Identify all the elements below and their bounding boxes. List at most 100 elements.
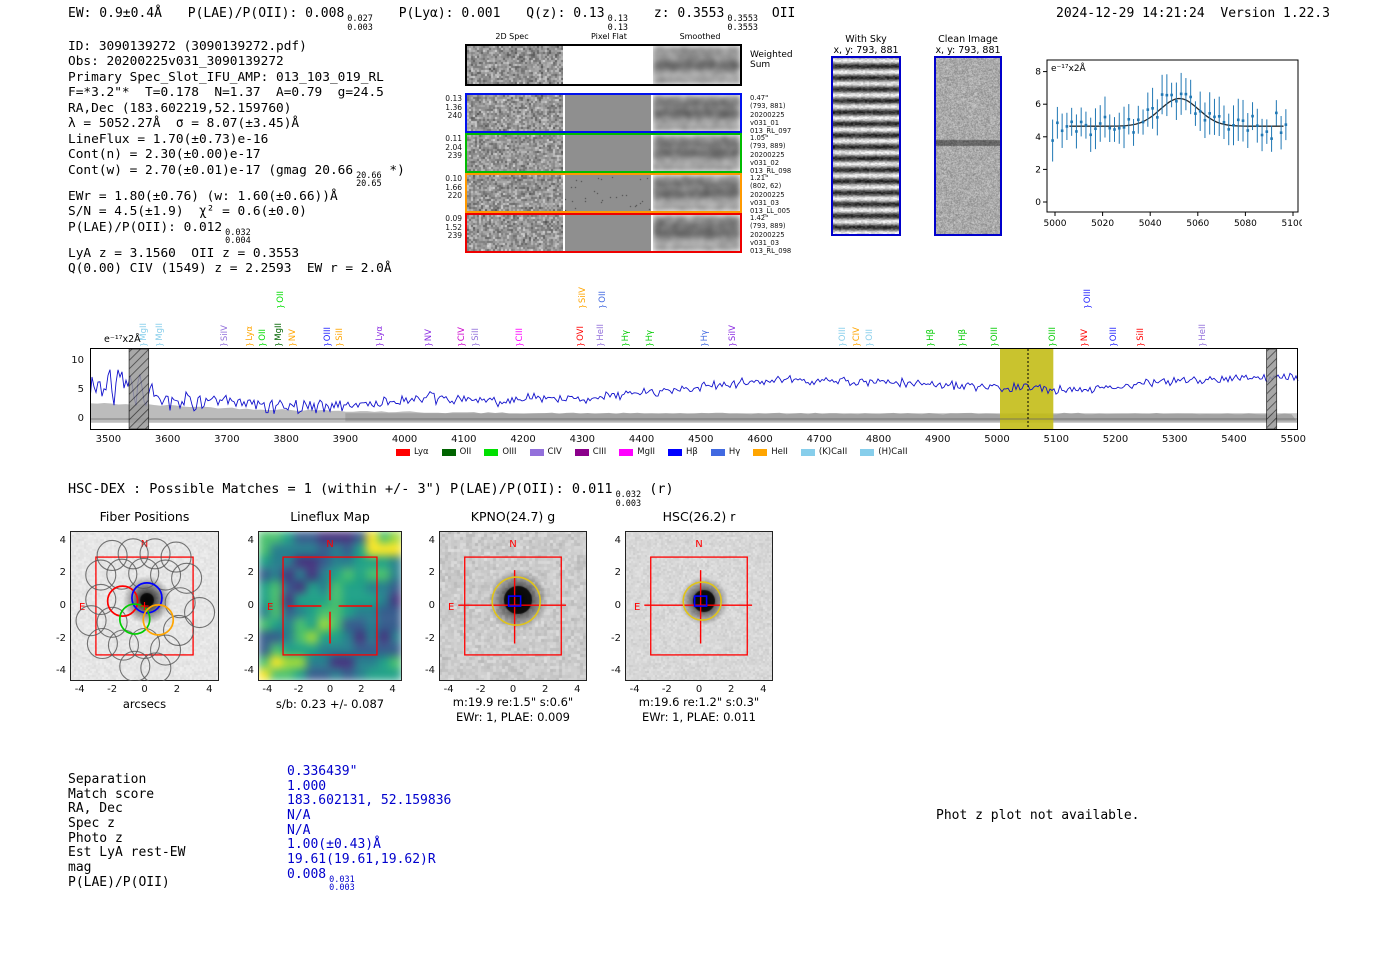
- spectrum-x-tick: 3500: [95, 434, 122, 445]
- cutout-x-tick: 4: [574, 684, 581, 695]
- kpno-cutout-overlay: NE: [439, 531, 587, 681]
- spectrum-x-tick: 4100: [451, 434, 477, 445]
- match-table-value: 1.00(±0.43)Å: [287, 837, 381, 853]
- detection-info-block: ID: 3090139272 (3090139272.pdf) Obs: 202…: [68, 39, 405, 276]
- emission-line-label: MgII}: [273, 323, 284, 348]
- cutout-x-tick: 4: [760, 684, 767, 695]
- cutout-y-tick: 0: [59, 600, 66, 611]
- cutout-x-tick: -2: [293, 684, 304, 695]
- emission-line-label: Hγ}: [620, 329, 631, 348]
- hsc-plae-label: EWr: 1, PLAE: 0.011: [642, 710, 756, 724]
- lineflux-map-title: Lineflux Map: [290, 509, 370, 524]
- spectrum-x-tick: 4400: [628, 434, 655, 445]
- spectrum-x-tick: 3700: [214, 434, 240, 445]
- emission-line-label: Hγ}: [700, 329, 711, 348]
- fiber-positions-overlay: NE: [70, 531, 219, 681]
- match-table-value: N/A: [287, 807, 311, 823]
- spectrum-x-tick: 3600: [154, 434, 181, 445]
- cutout-y-tick: 4: [59, 534, 66, 546]
- spec2d-header-smoothed: Smoothed: [679, 32, 721, 41]
- cutout-y-tick: 4: [247, 534, 254, 546]
- spectrum-x-tick: 4700: [806, 434, 833, 445]
- cutout-y-tick: 4: [428, 534, 435, 546]
- spec2d-exposure-row: [465, 173, 742, 213]
- svg-text:5080: 5080: [1234, 219, 1257, 229]
- info-lineflux: LineFlux = 1.70(±0.73)e-16: [68, 131, 269, 147]
- cutout-y-tick: -2: [425, 632, 435, 644]
- qz-value: Q(z): 0.13: [526, 6, 605, 21]
- plya-value: P(Lyα): 0.001: [398, 6, 501, 21]
- cutout-y-tick: -2: [611, 632, 621, 644]
- spec2d-exposure-row: [465, 213, 742, 253]
- photz-note: Phot z plot not available.: [936, 808, 1140, 823]
- emission-line-label: OIII}: [1048, 326, 1059, 348]
- z-value: z: 0.3553: [653, 6, 725, 21]
- kpno-title: KPNO(24.7) g: [470, 509, 556, 524]
- cutout-y-tick: 0: [247, 600, 254, 611]
- kpno-mag-label: m:19.9 re:1.5" s:0.6": [452, 695, 574, 709]
- svg-text:5040: 5040: [1139, 219, 1162, 229]
- emission-line-label: CIV}: [852, 326, 863, 348]
- cutout-x-tick: -2: [661, 684, 672, 695]
- info-amp: Primary Spec_Slot_IFU_AMP: 013_103_019_R…: [68, 69, 384, 85]
- header-datetime-version: 2024-12-29 14:21:24 Version 1.22.3: [1056, 6, 1330, 21]
- emission-line-label: NV}: [288, 328, 299, 348]
- emission-line-label: OII}: [864, 329, 875, 348]
- spectrum-units-label: e⁻¹⁷x2Å: [104, 334, 141, 345]
- cutout-y-tick: 2: [247, 567, 254, 579]
- info-seeing: F=*3.2"* T=0.178 N=1.37 A=0.79 g=24.5: [68, 85, 384, 101]
- spec2d-row-left-stats: 0.11 2.04 239: [445, 134, 462, 161]
- match-table-label: mag: [68, 859, 92, 875]
- legend-item: Lyα: [396, 447, 429, 457]
- legend-item: (H)CaII: [860, 447, 907, 457]
- spectrum-x-tick: 4300: [569, 434, 596, 445]
- qz-range: 0.13 0.13: [607, 14, 629, 33]
- cutout-x-tick: 4: [206, 684, 213, 695]
- spectrum-x-tick: 3800: [273, 434, 299, 445]
- emission-line-label: SiII}: [335, 328, 346, 348]
- spec2d-row-left-stats: 0.13 1.36 240: [445, 94, 462, 121]
- info-cont-n: Cont(n) = 2.30(±0.00)e-17: [68, 147, 261, 163]
- spec2d-exposure-row: [465, 93, 742, 133]
- emission-line-label: OIII}: [838, 326, 848, 348]
- match-table-label: P(LAE)/P(OII): [68, 874, 170, 890]
- emission-line-label: SiIV}: [728, 324, 739, 348]
- lineflux-map-overlay: NE: [258, 531, 402, 681]
- cutout-y-tick: -4: [244, 665, 254, 677]
- cutout-x-tick: -2: [107, 684, 118, 695]
- info-cont-w: Cont(w) = 2.70(±0.01)e-17 (gmag 20.66 20.…: [68, 162, 405, 190]
- svg-text:5100: 5100: [1282, 219, 1302, 229]
- spec2d-row-left-stats: 0.10 1.66 220: [445, 174, 462, 201]
- fiber-xlabel: arcsecs: [122, 697, 167, 711]
- spectrum-x-tick: 4900: [925, 434, 951, 445]
- emission-line-labels: MgII} MgII} SiIV} Lyα} OII} MgII} OII} NV} OIII}…: [90, 258, 1298, 348]
- hsc-mag-label: m:19.6 re:1.2" s:0.3": [638, 695, 760, 709]
- match-table-label: Match score: [68, 786, 155, 802]
- legend-item: Hγ: [710, 447, 740, 457]
- spectrum-x-tick: 4600: [747, 434, 773, 445]
- cutout-x-tick: 2: [173, 684, 181, 695]
- plae-poii-range: 0.027 0.003: [347, 14, 373, 33]
- cutout-x-tick: 0: [141, 684, 148, 695]
- match-table-label: RA, Dec: [68, 801, 123, 817]
- header-stats-line: EW: 0.9±0.4Å P(LAE)/P(OII): 0.008 0.027 0.…: [68, 6, 795, 32]
- emission-line-label: OIII}: [990, 326, 1001, 348]
- legend-item: CIII: [574, 447, 606, 457]
- cutout-x-tick: 2: [727, 684, 735, 695]
- cutout-x-tick: -4: [629, 684, 640, 695]
- spectrum-y-tick: 0: [77, 413, 84, 424]
- match-table-value: 1.000: [287, 778, 327, 794]
- weighted-sum-label: Weighted Sum: [750, 50, 793, 70]
- cutout-y-tick: 4: [614, 534, 621, 546]
- svg-text:N: N: [695, 539, 702, 550]
- cutout-x-tick: -4: [262, 684, 273, 695]
- info-id: ID: 3090139272 (3090139272.pdf): [68, 39, 307, 54]
- plae-poii-value: P(LAE)/P(OII): 0.008: [187, 6, 345, 21]
- line-fit-inset-plot: 0 2 4 6 8 5000 5020 5040 5060 5080 5100 e⁻¹⁷x2Å: [1035, 59, 1302, 229]
- cutout-y-tick: 0: [428, 600, 435, 611]
- emission-line-label: OII}: [276, 291, 287, 310]
- elixer-report-page: EW: 0.9±0.4Å P(LAE)/P(OII): 0.008 0.027 0.…: [0, 0, 1400, 953]
- cutout-y-tick: -4: [611, 665, 621, 677]
- z-range: 0.3553 0.3553: [727, 14, 759, 33]
- spec2d-exposure-row: [465, 133, 742, 173]
